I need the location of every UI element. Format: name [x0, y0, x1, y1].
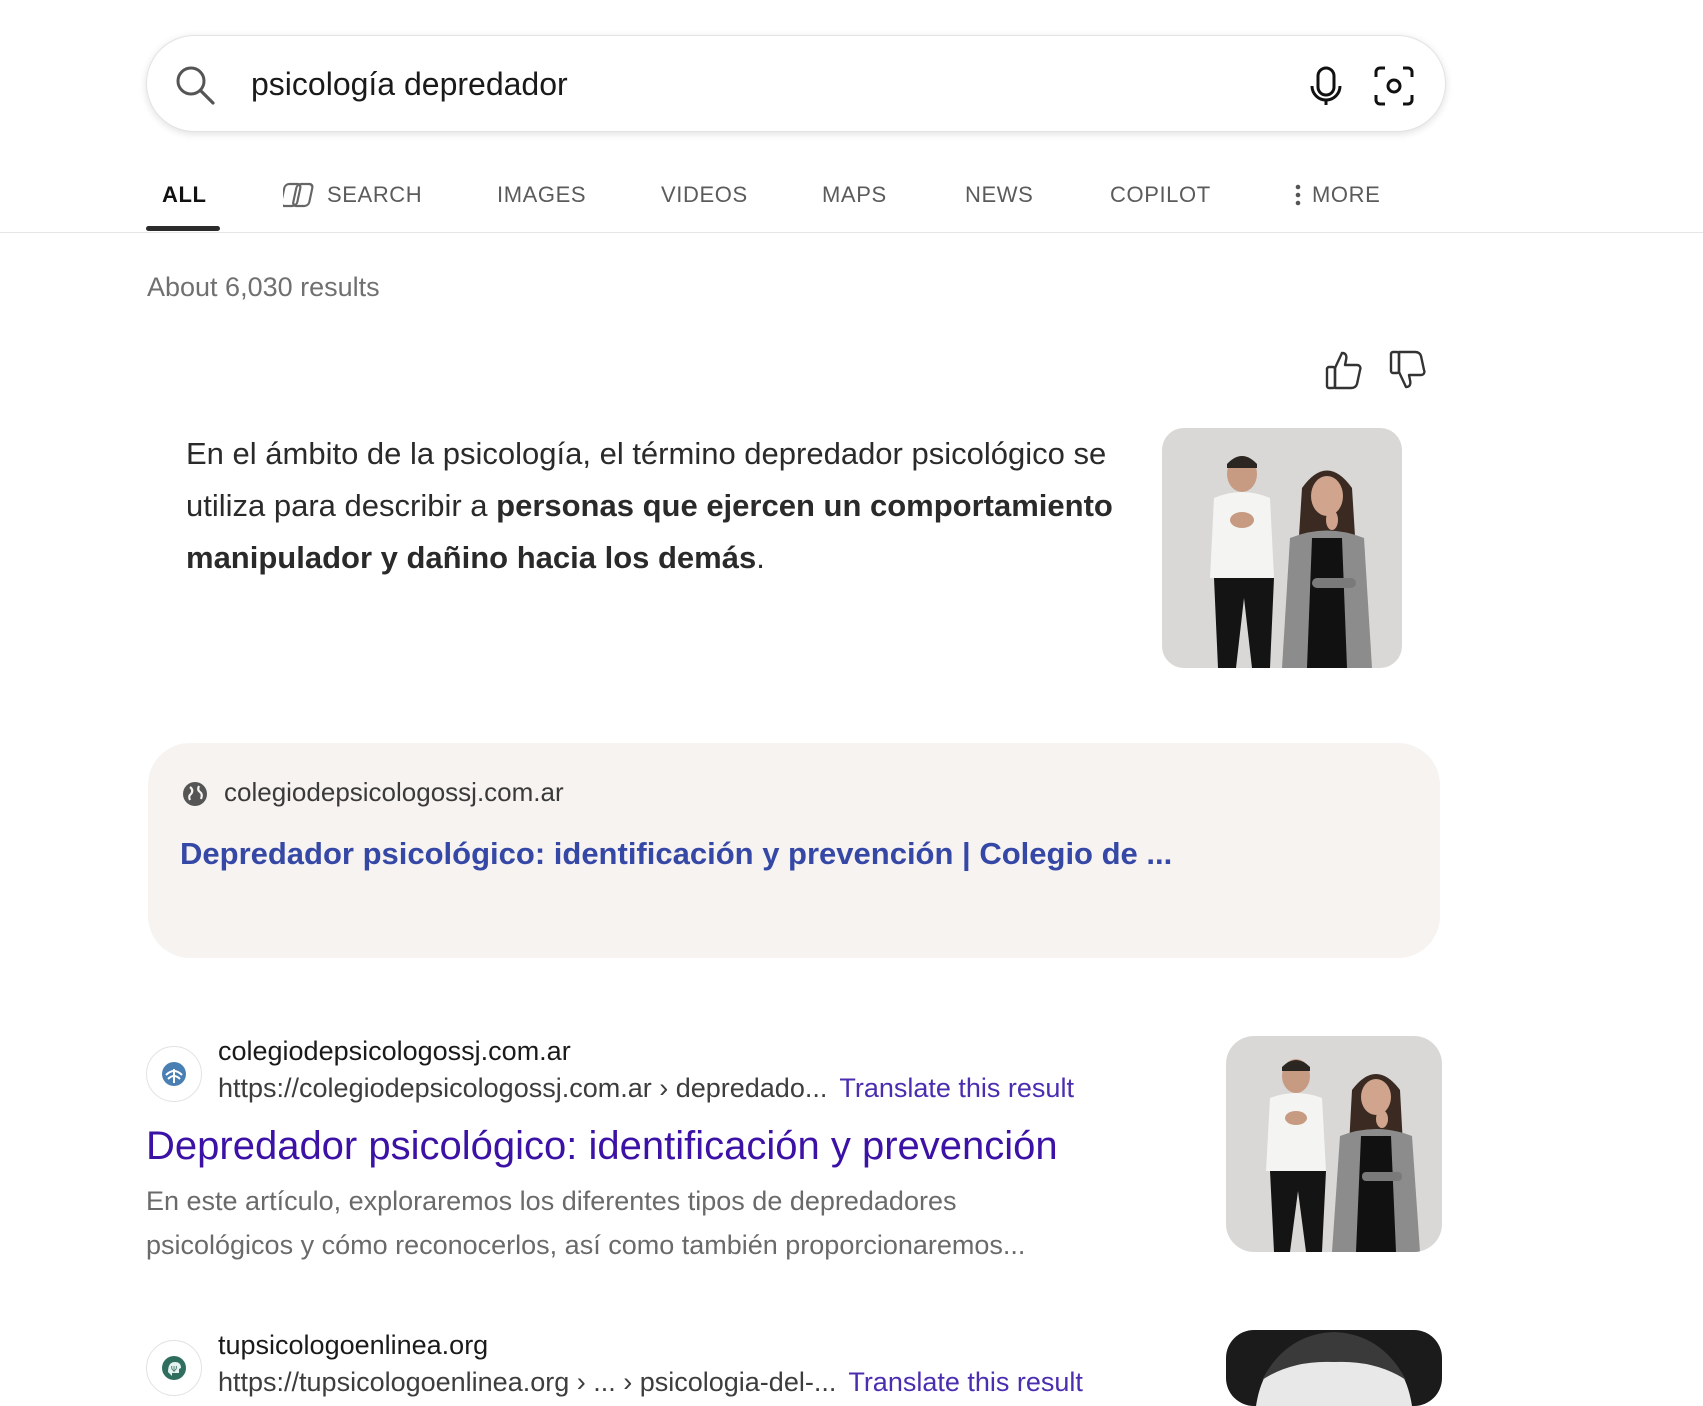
result-url: https://colegiodepsicologossj.com.ar › d…: [218, 1073, 1074, 1104]
tab-copilot[interactable]: COPILOT: [1110, 178, 1211, 212]
search-input[interactable]: psicología depredador: [251, 62, 568, 106]
search-box[interactable]: psicología depredador: [146, 35, 1446, 132]
more-vertical-icon: [1295, 184, 1301, 206]
tab-all[interactable]: ALL: [162, 178, 207, 212]
search-result: colegiodepsicologossj.com.ar https://col…: [146, 1036, 1446, 1260]
svg-text:Ψ: Ψ: [171, 1365, 177, 1374]
search-result: Ψ tupsicologoenlinea.org https://tupsico…: [146, 1330, 1446, 1406]
tab-search-label: SEARCH: [327, 182, 423, 207]
tab-images[interactable]: IMAGES: [497, 178, 586, 212]
tab-maps-label: MAPS: [822, 182, 887, 207]
tab-more-label: MORE: [1312, 182, 1381, 207]
search-icon: [176, 66, 215, 105]
source-card[interactable]: colegiodepsicologossj.com.ar Depredador …: [148, 743, 1440, 958]
result-snippet: En este artículo, exploraremos los difer…: [146, 1186, 1026, 1260]
tab-news[interactable]: NEWS: [965, 178, 1033, 212]
answer-summary: En el ámbito de la psicología, el términ…: [186, 428, 1126, 584]
head-logo-icon: Ψ: [162, 1356, 186, 1380]
tab-search[interactable]: SEARCH: [283, 178, 422, 212]
globe-icon: [183, 782, 207, 806]
result-site-name: tupsicologoenlinea.org: [218, 1330, 489, 1360]
result-title-link[interactable]: Depredador psicológico: identificación y…: [146, 1124, 1058, 1169]
microphone-icon[interactable]: [1303, 63, 1349, 109]
thumbs-down-icon[interactable]: [1387, 348, 1429, 392]
active-tab-indicator: [146, 226, 220, 231]
tab-news-label: NEWS: [965, 182, 1034, 207]
tab-more[interactable]: MORE: [1294, 178, 1380, 212]
translate-link[interactable]: Translate this result: [839, 1073, 1074, 1103]
search-tabs: ALL SEARCH IMAGES VIDEOS MAPS NEWS COPIL…: [0, 160, 1703, 233]
result-thumbnail[interactable]: [1226, 1330, 1442, 1406]
result-count: About 6,030 results: [147, 272, 380, 302]
site-favicon: Ψ: [146, 1340, 202, 1396]
tab-videos[interactable]: VIDEOS: [661, 178, 748, 212]
result-site-name: colegiodepsicologossj.com.ar: [218, 1036, 571, 1066]
result-url-text: https://colegiodepsicologossj.com.ar › d…: [218, 1073, 828, 1103]
tab-images-label: IMAGES: [497, 182, 587, 207]
answer-image[interactable]: [1162, 428, 1402, 668]
tab-videos-label: VIDEOS: [661, 182, 748, 207]
answer-period: .: [756, 540, 765, 575]
tab-maps[interactable]: MAPS: [822, 178, 887, 212]
copilot-search-icon: [283, 182, 314, 208]
result-url-text: https://tupsicologoenlinea.org › ... › p…: [218, 1367, 837, 1397]
result-url: https://tupsicologoenlinea.org › ... › p…: [218, 1367, 1083, 1398]
source-title-link[interactable]: Depredador psicológico: identificación y…: [180, 836, 1172, 872]
site-favicon: [146, 1046, 202, 1102]
source-domain: colegiodepsicologossj.com.ar: [224, 777, 564, 807]
psychology-logo-icon: [162, 1062, 186, 1086]
tab-copilot-label: COPILOT: [1110, 182, 1211, 207]
thumbs-up-icon[interactable]: [1323, 348, 1365, 392]
translate-link[interactable]: Translate this result: [848, 1367, 1083, 1397]
visual-search-icon[interactable]: [1371, 63, 1417, 109]
tab-all-label: ALL: [162, 182, 207, 207]
result-thumbnail[interactable]: [1226, 1036, 1442, 1252]
